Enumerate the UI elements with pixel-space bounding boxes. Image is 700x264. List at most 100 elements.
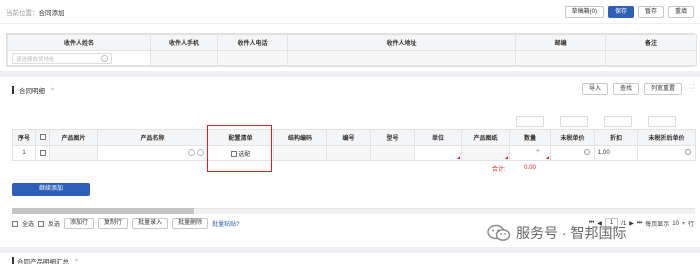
header-discount: 折扣 (594, 129, 638, 146)
row-seq: 1 (12, 145, 36, 161)
breadcrumb-prefix: 当前位置： (6, 9, 39, 17)
header-model: 型号 (370, 129, 415, 146)
copy-row-button[interactable]: 复制行 (98, 218, 129, 229)
select-all-checkbox-bottom[interactable] (12, 220, 18, 227)
column-filter-box-discount[interactable] (604, 116, 632, 127)
import-button[interactable]: 导入 (581, 83, 608, 95)
detail-section-title: 合同明细 ^ (12, 85, 54, 95)
header-product-image: 产品图片 (49, 129, 98, 146)
header-receiver-phone: 收件人电话 (217, 34, 288, 51)
continue-add-button[interactable]: 继续添加 (12, 183, 90, 196)
price-picker-icon[interactable] (584, 149, 590, 155)
header-receiver-name: 收件人姓名 (7, 34, 151, 51)
wechat-icon (487, 224, 511, 242)
last-page-icon[interactable]: ⏭ (637, 220, 642, 227)
total-value: 0.00 (524, 165, 536, 172)
watermark: 服务号 · 智邦国际 (487, 223, 626, 243)
breadcrumb: 当前位置：合同添加 (6, 7, 65, 17)
header-product-drawing: 产品图纸 (461, 129, 510, 146)
receiver-address-cell (287, 50, 516, 66)
next-page-icon[interactable]: ▶ (629, 220, 634, 227)
bottom-action-bar: 全选 反选 添加行 复制行 批量录入 批量删除 批量粘贴? (12, 218, 239, 229)
row-discount[interactable]: 1.00 (594, 145, 638, 161)
detail-tool-buttons: 导入 查找 列宽重置 (581, 83, 682, 95)
header-checkbox (35, 129, 50, 146)
row-unit-price[interactable] (550, 145, 595, 161)
header-unit: 单位 (414, 129, 462, 146)
add-row-button[interactable]: 添加行 (64, 218, 95, 229)
title-bar-marker (12, 257, 14, 264)
row-checkbox[interactable] (39, 149, 46, 156)
reset-column-width-button[interactable]: 列宽重置 (643, 83, 682, 95)
search-icon[interactable] (197, 149, 204, 157)
header-receiver-address: 收件人地址 (287, 34, 516, 51)
search-button[interactable]: 查找 (612, 83, 639, 95)
total-row: 合计: 0.00 (13, 161, 696, 176)
price-picker-icon[interactable] (685, 149, 691, 155)
required-marker-icon (546, 156, 549, 159)
row-model (370, 145, 415, 161)
per-page-suffix: 行 (687, 222, 694, 228)
select-all-label[interactable]: 全选 (22, 219, 34, 228)
top-button-group: 草稿箱(0) 保存 暂存 重填 (564, 6, 694, 18)
calculator-icon[interactable]: + (536, 148, 540, 155)
per-page-label: 每页显示 (645, 222, 670, 228)
row-final-price[interactable] (637, 145, 696, 161)
detail-table-box: 序号 产品图片 产品名称 配置清单 结构编码 编号 型号 单位 产品图纸 数量 … (12, 129, 696, 176)
expand-icon[interactable]: ⛶ (689, 84, 694, 92)
breadcrumb-current: 合同添加 (38, 9, 65, 17)
header-zipcode: 邮编 (515, 34, 606, 51)
per-page-select[interactable]: 10 (672, 221, 679, 227)
required-marker-icon (457, 156, 460, 159)
column-filter-box-price[interactable] (560, 116, 588, 127)
row-product-drawing[interactable] (461, 145, 510, 161)
row-number (326, 145, 371, 161)
reset-button[interactable]: 重填 (667, 6, 694, 18)
header-seq: 序号 (12, 129, 36, 146)
header-number: 编号 (326, 129, 371, 146)
summary-section-label: 合同产品明细汇总 (17, 259, 69, 264)
row-product-name[interactable] (97, 145, 208, 161)
row-structure-code (273, 145, 327, 161)
batch-entry-button[interactable]: 批量录入 (132, 218, 169, 229)
detail-table: 序号 产品图片 产品名称 配置清单 结构编码 编号 型号 单位 产品图纸 数量 … (12, 129, 696, 176)
remark-cell (605, 50, 697, 66)
column-filter-box-final[interactable] (648, 116, 676, 127)
receiver-table: 收件人姓名 收件人手机 收件人电话 收件人地址 邮编 备注 请选择收货地址 (7, 34, 697, 66)
collapse-chevron-icon[interactable]: ^ (75, 258, 78, 264)
summary-section-title: 合同产品明细汇总 ^ (12, 256, 78, 264)
chevron-down-icon[interactable]: ▾ (682, 220, 685, 227)
clear-icon[interactable] (101, 54, 108, 62)
header-structure-code: 结构编码 (273, 129, 327, 146)
batch-paste-link[interactable]: 批量粘贴? (212, 219, 239, 228)
header-unit-price-untaxed: 未税单价 (550, 129, 595, 146)
row-quantity[interactable]: + (509, 145, 551, 161)
receiver-mobile-cell (150, 50, 218, 66)
invert-selection-checkbox[interactable] (38, 220, 45, 227)
invert-selection-label[interactable]: 反选 (48, 219, 60, 228)
zipcode-cell (515, 50, 606, 66)
temp-save-button[interactable]: 暂存 (637, 6, 664, 18)
header-receiver-mobile: 收件人手机 (150, 34, 218, 51)
scrollbar-thumb[interactable] (12, 208, 194, 214)
detail-section-label: 合同明细 (19, 88, 45, 95)
receiver-phone-cell (217, 50, 288, 66)
header-product-name: 产品名称 (97, 129, 208, 146)
header-remark: 备注 (605, 34, 697, 51)
clear-icon[interactable] (188, 149, 196, 157)
row-product-image[interactable] (49, 145, 98, 161)
table-row: 1 选配 + 1.00 (12, 145, 696, 161)
batch-delete-button[interactable]: 批量删除 (172, 218, 209, 229)
section-divider-bottom (0, 247, 700, 253)
collapse-chevron-icon[interactable]: ^ (51, 87, 54, 94)
total-label: 合计: (491, 166, 506, 173)
watermark-text: 服务号 · 智邦国际 (516, 225, 627, 241)
title-bar-marker (12, 86, 14, 94)
select-all-checkbox[interactable] (39, 134, 46, 141)
column-filter-box-quantity[interactable] (516, 116, 544, 127)
config-list-highlight (207, 125, 272, 172)
row-unit[interactable] (414, 145, 462, 161)
draft-box-button[interactable]: 草稿箱(0) (564, 6, 604, 18)
receiver-name-input[interactable]: 请选择收货地址 (12, 52, 112, 64)
save-button[interactable]: 保存 (607, 6, 634, 18)
